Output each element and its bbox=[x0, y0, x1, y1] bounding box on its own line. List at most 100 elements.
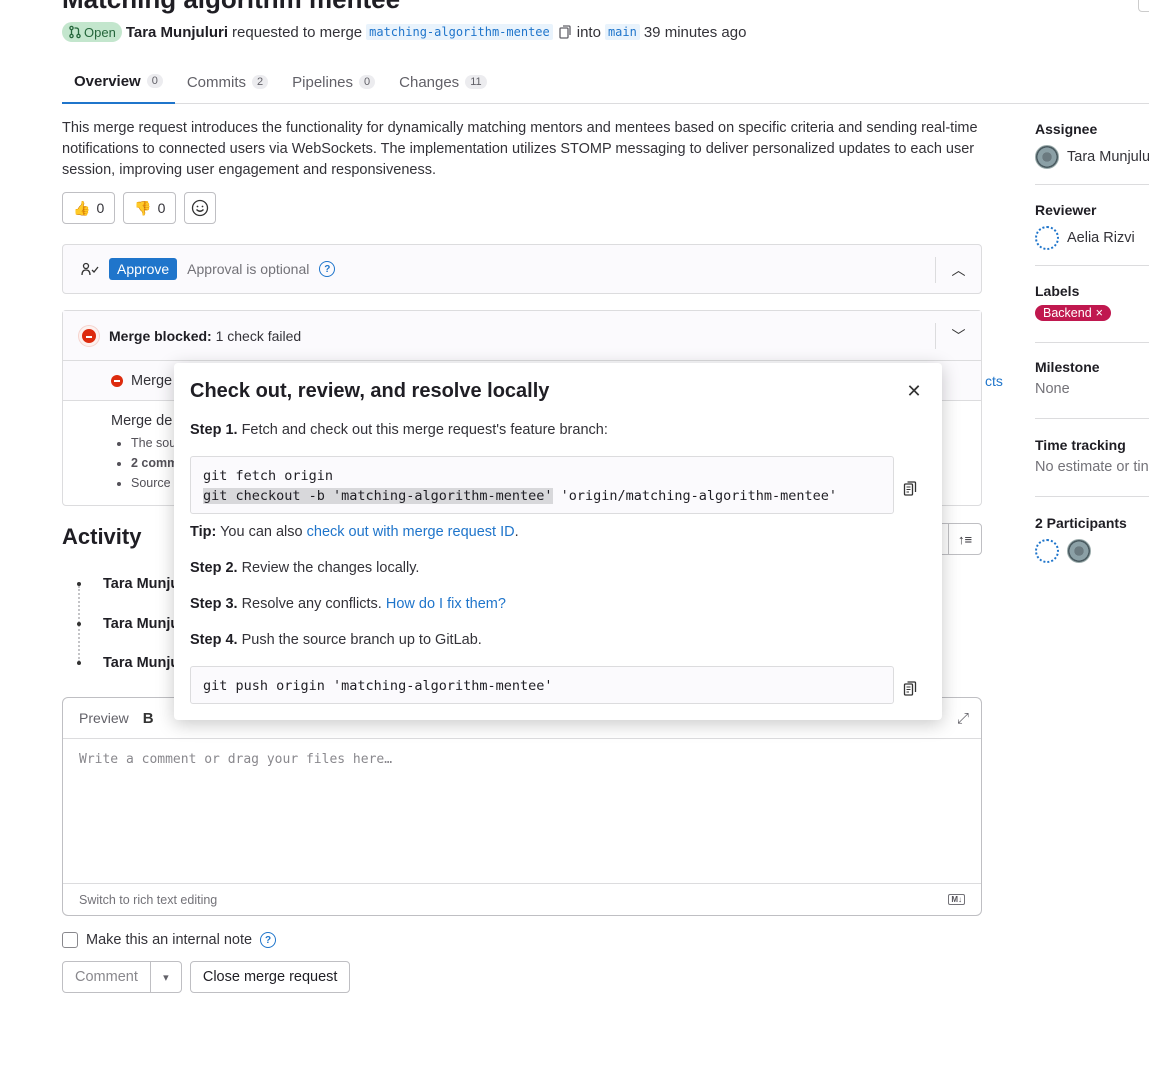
mr-tabs: Overview 0 Commits 2 Pipelines 0 Changes 11 bbox=[62, 60, 1149, 104]
avatar[interactable] bbox=[1035, 226, 1059, 250]
internal-note-option: Make this an internal note ? bbox=[62, 932, 277, 948]
assignee-name[interactable]: Tara Munjulu bbox=[1067, 149, 1149, 165]
status-badge: Open bbox=[62, 22, 122, 42]
tab-count: 11 bbox=[465, 75, 487, 89]
reviewer-section: Reviewer Aelia Rizvi bbox=[1035, 202, 1149, 266]
approve-button[interactable]: Approve bbox=[109, 258, 178, 280]
internal-note-checkbox[interactable] bbox=[62, 932, 78, 948]
collapse-approval-button[interactable]: ︿ bbox=[935, 257, 981, 283]
expand-merge-button[interactable]: ﹀ bbox=[935, 323, 981, 349]
step-label: Step 4. bbox=[190, 632, 238, 648]
tip: Tip: You can also check out with merge r… bbox=[190, 524, 519, 540]
switch-rich-text-link[interactable]: Switch to rich text editing bbox=[79, 893, 217, 907]
expand-icon[interactable]: ⤢ bbox=[957, 710, 969, 727]
code-line-highlighted: git checkout -b 'matching-algorithm-ment… bbox=[203, 488, 553, 504]
step-label: Step 1. bbox=[190, 422, 238, 438]
sort-order-button[interactable]: ↑≡ bbox=[948, 523, 982, 555]
approval-optional-text: Approval is optional bbox=[187, 261, 310, 277]
avatar[interactable] bbox=[1035, 539, 1059, 563]
step-label: Step 3. bbox=[190, 596, 238, 612]
time-tracking-value: No estimate or tin bbox=[1035, 459, 1149, 475]
labels-section: Labels Backend × bbox=[1035, 283, 1149, 343]
labels-title: Labels bbox=[1035, 283, 1080, 299]
author-name[interactable]: Tara Munjuluri bbox=[126, 24, 228, 41]
source-branch[interactable]: matching-algorithm-mentee bbox=[366, 24, 553, 40]
into-text: into bbox=[576, 23, 601, 41]
close-merge-request-button[interactable]: Close merge request bbox=[189, 961, 351, 993]
comment-options-dropdown[interactable]: ▾ bbox=[151, 962, 181, 992]
add-reaction-button[interactable] bbox=[184, 192, 217, 224]
fetch-code-block[interactable]: git fetch origin git checkout -b 'matchi… bbox=[190, 456, 894, 514]
thumbs-up-button[interactable]: 👍 0 bbox=[62, 192, 116, 224]
comment-button[interactable]: Comment bbox=[63, 962, 151, 992]
copy-icon[interactable] bbox=[902, 680, 918, 698]
thumbs-up-icon: 👍 bbox=[73, 199, 91, 216]
thumbs-down-button[interactable]: 👎 0 bbox=[123, 192, 177, 224]
milestone-section: Milestone None bbox=[1035, 359, 1149, 419]
tab-changes[interactable]: Changes 11 bbox=[387, 60, 498, 104]
mr-header-meta: Open Tara Munjuluri requested to merge m… bbox=[62, 22, 746, 42]
tab-commits[interactable]: Commits 2 bbox=[175, 60, 280, 104]
tab-count: 0 bbox=[146, 74, 163, 88]
timeline-dot bbox=[77, 661, 81, 665]
code-line: git push origin 'matching-algorithm-ment… bbox=[203, 678, 553, 694]
activity-item: Tara Munju bbox=[77, 576, 179, 592]
copy-icon[interactable] bbox=[902, 480, 918, 498]
step-text: Fetch and check out this merge request's… bbox=[241, 422, 608, 438]
editor-footer: Switch to rich text editing M↓ bbox=[63, 883, 981, 915]
copy-branch-icon[interactable] bbox=[557, 24, 573, 40]
activity-author[interactable]: Tara Munju bbox=[103, 616, 179, 632]
tab-pipelines[interactable]: Pipelines 0 bbox=[280, 60, 387, 104]
step-2: Step 2. Review the changes locally. bbox=[190, 560, 419, 576]
tip-end: . bbox=[514, 524, 519, 540]
fix-conflicts-link[interactable]: How do I fix them? bbox=[386, 596, 506, 612]
participants-title: 2 Participants bbox=[1035, 515, 1127, 531]
internal-note-label[interactable]: Make this an internal note bbox=[86, 932, 252, 948]
preview-tab[interactable]: Preview bbox=[79, 710, 129, 726]
collapse-sidebar-button[interactable] bbox=[1138, 0, 1149, 12]
modal-title: Check out, review, and resolve locally bbox=[190, 380, 550, 402]
comment-split-button: Comment ▾ bbox=[62, 961, 182, 993]
avatar[interactable] bbox=[1067, 539, 1091, 563]
tab-count: 2 bbox=[252, 75, 269, 89]
tip-label: Tip: bbox=[190, 524, 217, 540]
target-branch[interactable]: main bbox=[604, 24, 640, 40]
label-badge[interactable]: Backend × bbox=[1035, 305, 1111, 321]
comment-actions: Comment ▾ Close merge request bbox=[62, 961, 351, 993]
comment-input[interactable] bbox=[63, 740, 981, 882]
merge-blocked-detail: 1 check failed bbox=[215, 327, 302, 344]
push-code-block[interactable]: git push origin 'matching-algorithm-ment… bbox=[190, 666, 894, 704]
time-ago: 39 minutes ago bbox=[643, 23, 747, 41]
assignee-title: Assignee bbox=[1035, 121, 1098, 137]
smiley-icon bbox=[192, 199, 209, 217]
reviewer-name[interactable]: Aelia Rizvi bbox=[1067, 230, 1135, 246]
avatar[interactable] bbox=[1035, 145, 1059, 169]
approval-user-icon bbox=[81, 262, 99, 276]
help-icon[interactable]: ? bbox=[260, 932, 277, 948]
merge-row-text: Merge bbox=[131, 372, 173, 389]
milestone-value: None bbox=[1035, 381, 1070, 397]
code-line-rest: 'origin/matching-algorithm-mentee' bbox=[552, 488, 837, 504]
thumbs-down-icon: 👎 bbox=[134, 199, 152, 216]
merge-blocked-label: Merge blocked: bbox=[109, 327, 212, 344]
participants-section: 2 Participants bbox=[1035, 515, 1149, 575]
help-icon[interactable]: ? bbox=[319, 261, 336, 277]
code-line: git fetch origin bbox=[203, 468, 334, 484]
merge-request-icon bbox=[69, 25, 81, 39]
thumbs-up-count: 0 bbox=[96, 200, 105, 216]
conflicts-link[interactable]: cts bbox=[985, 373, 1003, 389]
close-icon[interactable]: ✕ bbox=[904, 381, 924, 401]
activity-author[interactable]: Tara Munju bbox=[103, 576, 179, 592]
reviewer-title: Reviewer bbox=[1035, 202, 1097, 218]
activity-author[interactable]: Tara Munju bbox=[103, 655, 179, 671]
bold-button[interactable]: B bbox=[143, 710, 154, 727]
step-text: Push the source branch up to GitLab. bbox=[241, 632, 482, 648]
sort-icon: ↑≡ bbox=[957, 531, 973, 547]
step-4: Step 4. Push the source branch up to Git… bbox=[190, 632, 482, 648]
requested-text: requested to merge bbox=[232, 23, 363, 41]
remove-label-icon[interactable]: × bbox=[1096, 306, 1103, 320]
checkout-mr-id-link[interactable]: check out with merge request ID bbox=[307, 524, 515, 540]
activity-heading: Activity bbox=[62, 524, 142, 549]
tab-overview[interactable]: Overview 0 bbox=[62, 60, 175, 104]
error-status-icon bbox=[79, 325, 99, 346]
